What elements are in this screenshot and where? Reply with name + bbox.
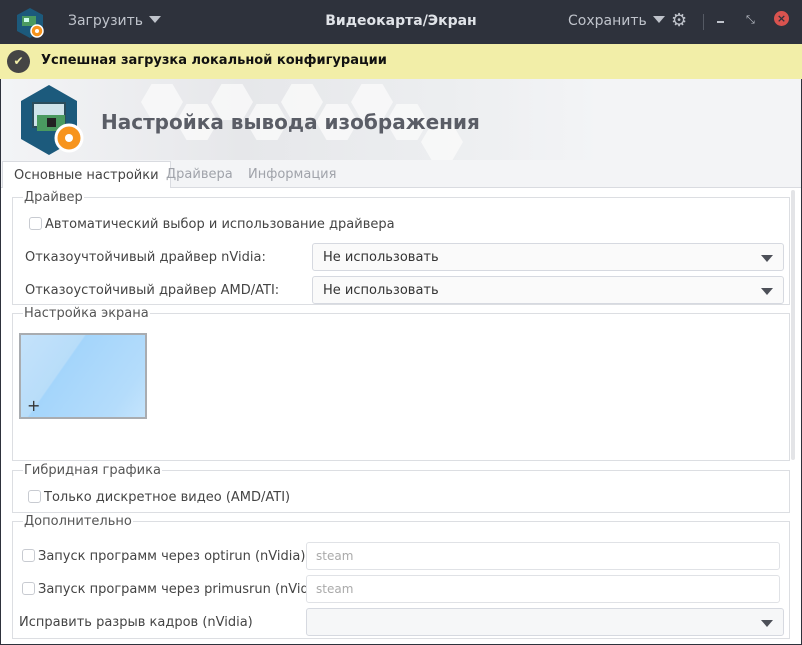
app-logo-icon [17,8,44,38]
nvidia-driver-select[interactable]: Не использовать [312,243,784,271]
primusrun-checkbox[interactable]: Запуск программ через primusrun (nVidia) [22,582,325,597]
main-window: Настройка вывода изображения Основные на… [1,79,801,644]
notification-bar: ✔ Успешная загрузка локальной конфигурац… [0,44,802,79]
load-label: Загрузить [68,13,144,29]
optirun-input[interactable]: steam [306,542,780,570]
check-circle-icon: ✔ [7,50,30,73]
gear-icon[interactable]: ⚙ [671,10,687,31]
title-bar: Загрузить Видеокарта/Экран Сохранить ⚙ ⤡… [0,0,802,44]
monitor-preview[interactable]: + [19,333,147,419]
tab-drivers[interactable]: Драйвера [166,167,233,182]
divider [703,14,704,30]
hybrid-group: Гибридная графика Только дискретное виде… [12,463,790,513]
maximize-icon[interactable]: ⤡ [746,13,755,27]
minimize-icon[interactable] [717,21,724,23]
notification-text: Успешная загрузка локальной конфигурации [41,53,387,68]
screen-group-title: Настройка экрана [24,306,149,321]
display-settings-icon [21,85,84,155]
chevron-down-icon [761,255,773,262]
nvidia-driver-value: Не использовать [323,250,439,265]
amd-driver-value: Не использовать [323,283,439,298]
scrollbar[interactable] [791,190,795,460]
driver-group: Драйвер Автоматический выбор и использов… [12,190,790,305]
checkbox[interactable] [22,582,35,595]
optirun-checkbox[interactable]: Запуск программ через optirun (nVidia) [22,549,305,564]
optirun-label: Запуск программ через optirun (nVidia) [38,549,306,564]
save-menu-button[interactable]: Сохранить [568,13,665,29]
tearing-fix-label: Исправить разрыв кадров (nVidia) [19,615,253,630]
chevron-down-icon [761,620,773,627]
tab-basic-settings[interactable]: Основные настройки [2,161,171,189]
discrete-only-label: Только дискретное видео (AMD/ATI) [44,490,291,505]
checkbox[interactable] [28,490,41,503]
checkbox[interactable] [29,217,42,230]
load-menu-button[interactable]: Загрузить [68,13,162,29]
page-title: Настройка вывода изображения [101,110,480,134]
plus-icon[interactable]: + [27,396,40,415]
extra-group-title: Дополнительно [24,514,132,529]
primusrun-input[interactable]: steam [306,575,780,603]
header-banner: Настройка вывода изображения [1,79,801,160]
tearing-fix-select[interactable] [306,608,784,636]
auto-driver-label: Автоматический выбор и использование дра… [45,217,395,232]
hybrid-group-title: Гибридная графика [24,463,161,478]
save-label: Сохранить [568,13,647,29]
amd-driver-label: Отказоустойчивый драйвер AMD/ATI: [25,283,280,298]
nvidia-driver-label: Отказоучтойчивый драйвер nVidia: [25,250,266,265]
auto-driver-checkbox[interactable]: Автоматический выбор и использование дра… [29,217,395,232]
close-icon[interactable]: × [774,11,789,26]
checkbox[interactable] [22,549,35,562]
tab-bar: Основные настройки Драйвера Информация [1,161,801,189]
driver-group-title: Драйвер [24,190,83,205]
extra-group: Дополнительно Запуск программ через opti… [12,514,790,639]
discrete-only-checkbox[interactable]: Только дискретное видео (AMD/ATI) [28,490,290,505]
screen-group: Настройка экрана + [12,306,790,461]
amd-driver-select[interactable]: Не использовать [312,276,784,304]
chevron-down-icon [149,16,162,23]
tab-information[interactable]: Информация [248,167,336,182]
tab-content: Драйвер Автоматический выбор и использов… [1,188,801,644]
primusrun-label: Запуск программ через primusrun (nVidia) [38,582,326,597]
chevron-down-icon [652,16,665,23]
chevron-down-icon [761,288,773,295]
